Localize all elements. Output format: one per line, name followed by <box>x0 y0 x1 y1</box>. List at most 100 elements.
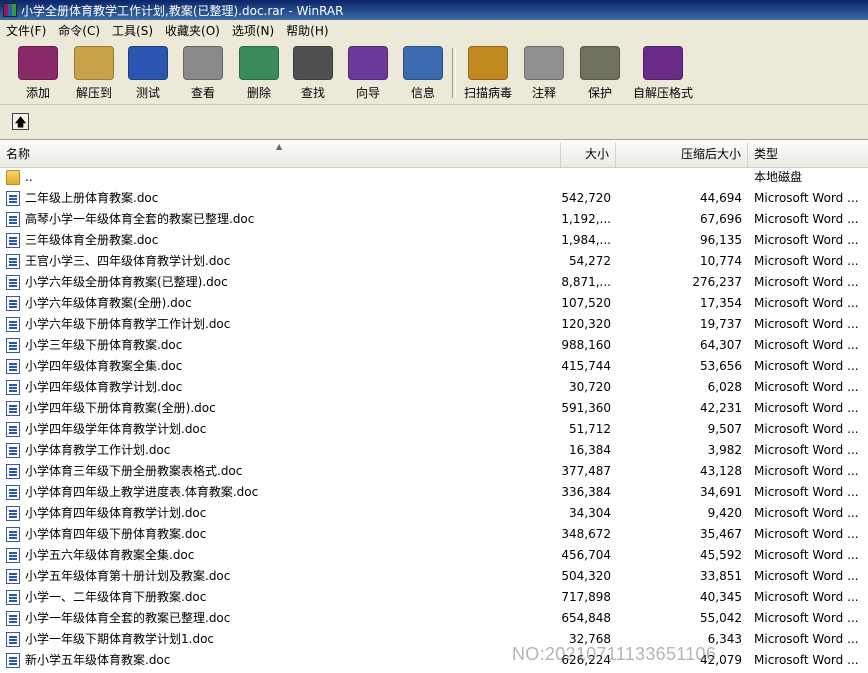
file-row[interactable]: 小学四年级体育教案全集.doc 415,744 53,656 Microsoft Wo… <box>0 356 868 377</box>
protect-icon <box>580 46 620 80</box>
add-archive-icon <box>18 46 58 80</box>
toolbar-button-delete[interactable]: 删除 <box>237 46 281 102</box>
parent-folder-row[interactable]: .. 本地磁盘 <box>0 167 868 188</box>
row-name: 小学一、二年级体育下册教案.doc <box>25 590 207 604</box>
toolbar-button-view[interactable]: 查看 <box>181 46 225 102</box>
row-type: Microsoft Word ... <box>754 611 859 625</box>
toolbar-button-label: 信息 <box>410 86 435 100</box>
sfx-icon <box>643 46 683 80</box>
up-folder-button[interactable]: 🡅 <box>12 113 29 130</box>
file-row[interactable]: 高琴小学一年级体育全套的教案已整理.doc 1,192,... 67,696 Micr… <box>0 209 868 230</box>
row-name: 小学四年级体育教案全集.doc <box>25 359 183 373</box>
column-header-size[interactable]: 大小 <box>561 142 616 167</box>
file-row[interactable]: 小学体育四年级体育教学计划.doc 34,304 9,420 Microsoft Wo… <box>0 503 868 524</box>
toolbar-button-comment[interactable]: 注释 <box>522 46 566 102</box>
column-header-type[interactable]: 类型 <box>748 142 868 167</box>
menu-help[interactable]: 帮助(H) <box>280 21 334 41</box>
row-name: 小学体育教学工作计划.doc <box>25 443 171 457</box>
file-row[interactable]: 小学五年级体育第十册计划及教案.doc 504,320 33,851 Microsof… <box>0 566 868 587</box>
file-row[interactable]: 小学六年级全册体育教案(已整理).doc 8,871,... 276,237 Micr… <box>0 272 868 293</box>
toolbar-button-info[interactable]: 信息 <box>401 46 445 102</box>
file-row[interactable]: 小学六年级下册体育教学工作计划.doc 120,320 19,737 Microsof… <box>0 314 868 335</box>
row-packed-size: 35,467 <box>700 527 742 541</box>
toolbar-button-virus-scan[interactable]: 扫描病毒 <box>463 46 513 102</box>
virus-scan-icon <box>468 46 508 80</box>
toolbar-button-test[interactable]: 测试 <box>126 46 170 102</box>
toolbar-button-label: 解压到 <box>75 86 112 100</box>
row-size: 51,712 <box>569 422 611 436</box>
toolbar-button-protect[interactable]: 保护 <box>578 46 622 102</box>
toolbar-button-find[interactable]: 查找 <box>291 46 335 102</box>
file-row[interactable]: 小学一年级下期体育教学计划1.doc 32,768 6,343 Microsoft W… <box>0 629 868 650</box>
word-document-icon <box>6 254 20 269</box>
menu-options[interactable]: 选项(N) <box>226 21 280 41</box>
file-row[interactable]: 小学六年级体育教案(全册).doc 107,520 17,354 Microsoft … <box>0 293 868 314</box>
row-packed-size: 64,307 <box>700 338 742 352</box>
row-packed-size: 45,592 <box>700 548 742 562</box>
file-row[interactable]: 小学三年级下册体育教案.doc 988,160 64,307 Microsoft Wo… <box>0 335 868 356</box>
menu-file[interactable]: 文件(F) <box>0 21 52 41</box>
row-type: Microsoft Word ... <box>754 275 859 289</box>
file-row[interactable]: 二年级上册体育教案.doc 542,720 44,694 Microsoft Word… <box>0 188 868 209</box>
row-packed-size: 34,691 <box>700 485 742 499</box>
word-document-icon <box>6 191 20 206</box>
word-document-icon <box>6 380 20 395</box>
menu-favorites[interactable]: 收藏夹(O) <box>159 21 226 41</box>
winrar-app-icon[interactable] <box>3 3 17 17</box>
column-header-packed[interactable]: 压缩后大小 <box>616 142 748 167</box>
menu-bar: 文件(F) 命令(C) 工具(S) 收藏夹(O) 选项(N) 帮助(H) <box>0 20 868 43</box>
delete-icon <box>239 46 279 80</box>
row-type: Microsoft Word ... <box>754 296 859 310</box>
toolbar-button-extract-to[interactable]: 解压到 <box>72 46 116 102</box>
row-type: Microsoft Word ... <box>754 380 859 394</box>
row-type: Microsoft Word ... <box>754 527 859 541</box>
test-icon <box>128 46 168 80</box>
toolbar-button-label: 测试 <box>135 86 160 100</box>
row-name: 小学四年级下册体育教案(全册).doc <box>25 401 216 415</box>
row-type: Microsoft Word ... <box>754 485 859 499</box>
row-size: 1,984,... <box>561 233 611 247</box>
find-icon <box>293 46 333 80</box>
row-packed-size: 33,851 <box>700 569 742 583</box>
watermark-text: NO:20210711133651106 <box>512 644 717 664</box>
row-type: Microsoft Word ... <box>754 338 859 352</box>
row-packed-size: 9,420 <box>707 506 742 520</box>
row-name: 小学一年级体育全套的教案已整理.doc <box>25 611 231 625</box>
row-name: 小学六年级体育教案(全册).doc <box>25 296 192 310</box>
file-list: 名称 ▲ 大小 压缩后大小 类型 .. 本地磁盘 二年级上册体育教案.doc 54… <box>0 142 868 673</box>
file-row[interactable]: 小学体育四年级上教学进度表.体育教案.doc 336,384 34,691 Micro… <box>0 482 868 503</box>
row-type: Microsoft Word ... <box>754 653 859 667</box>
menu-tools[interactable]: 工具(S) <box>106 21 159 41</box>
toolbar-button-add-archive[interactable]: 添加 <box>16 46 60 102</box>
file-row[interactable]: 小学体育三年级下册全册教案表格式.doc 377,487 43,128 Microso… <box>0 461 868 482</box>
row-type: Microsoft Word ... <box>754 401 859 415</box>
row-packed-size: 19,737 <box>700 317 742 331</box>
toolbar-button-label: 自解压格式 <box>633 86 694 100</box>
row-packed-size: 9,507 <box>707 422 742 436</box>
file-row[interactable]: 小学一年级体育全套的教案已整理.doc 654,848 55,042 Microsof… <box>0 608 868 629</box>
row-size: 34,304 <box>569 506 611 520</box>
row-packed-size: 96,135 <box>700 233 742 247</box>
row-packed-size: 3,982 <box>707 443 742 457</box>
toolbar-button-sfx[interactable]: 自解压格式 <box>633 46 693 102</box>
file-row[interactable]: 小学体育四年级下册体育教案.doc 348,672 35,467 Microsoft … <box>0 524 868 545</box>
row-name: 小学六年级全册体育教案(已整理).doc <box>25 275 228 289</box>
file-row[interactable]: 小学四年级学年体育教学计划.doc 51,712 9,507 Microsoft Wo… <box>0 419 868 440</box>
file-row[interactable]: 三年级体育全册教案.doc 1,984,... 96,135 Microsoft Wo… <box>0 230 868 251</box>
menu-commands[interactable]: 命令(C) <box>52 21 106 41</box>
row-size: 54,272 <box>569 254 611 268</box>
file-row[interactable]: 小学四年级体育教学计划.doc 30,720 6,028 Microsoft Word… <box>0 377 868 398</box>
file-row[interactable]: 小学一、二年级体育下册教案.doc 717,898 40,345 Microsoft … <box>0 587 868 608</box>
file-row[interactable]: 王官小学三、四年级体育教学计划.doc 54,272 10,774 Microsoft… <box>0 251 868 272</box>
file-row[interactable]: 小学五六年级体育教案全集.doc 456,704 45,592 Microsoft W… <box>0 545 868 566</box>
file-row[interactable]: 小学体育教学工作计划.doc 16,384 3,982 Microsoft Word … <box>0 440 868 461</box>
row-name: 高琴小学一年级体育全套的教案已整理.doc <box>25 212 255 226</box>
row-packed-size: 43,128 <box>700 464 742 478</box>
file-row[interactable]: 小学四年级下册体育教案(全册).doc 591,360 42,231 Microsof… <box>0 398 868 419</box>
toolbar-button-wizard[interactable]: 向导 <box>346 46 390 102</box>
view-icon <box>183 46 223 80</box>
row-type: Microsoft Word ... <box>754 506 859 520</box>
file-row[interactable]: 新小学五年级体育教案.doc 626,224 42,079 Microsoft Wor… <box>0 650 868 671</box>
toolbar: 添加 解压到 测试 查看 删除 查找 向导 信息 扫描病毒 注释 保护 自解压格式 <box>0 42 868 105</box>
word-document-icon <box>6 590 20 605</box>
